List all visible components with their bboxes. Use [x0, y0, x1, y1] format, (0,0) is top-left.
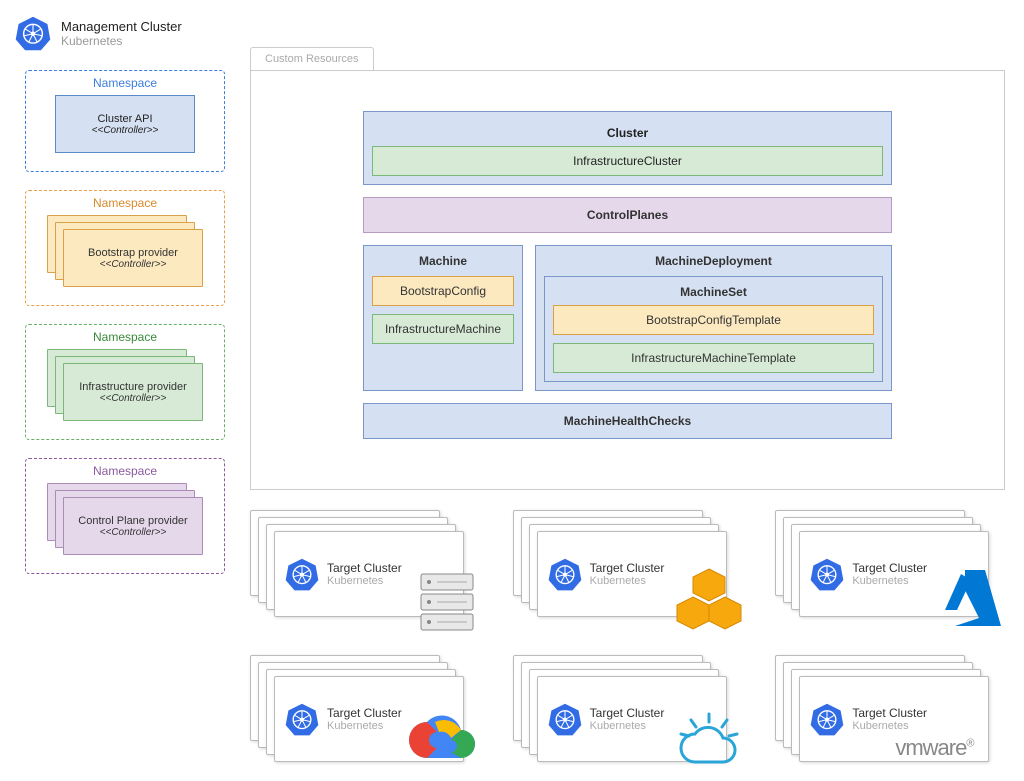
- infrastructure-machine-box: InfrastructureMachine: [372, 314, 514, 344]
- namespace-label: Namespace: [93, 76, 157, 90]
- machine-title: Machine: [372, 254, 514, 276]
- machine-box: Machine BootstrapConfig InfrastructureMa…: [363, 245, 523, 391]
- card-title: Bootstrap provider: [88, 247, 178, 259]
- target-cluster-subtitle: Kubernetes: [590, 575, 665, 587]
- header-text: Management Cluster Kubernetes: [61, 19, 182, 48]
- namespace-label: Namespace: [93, 330, 157, 344]
- infrastructure-cluster-box: InfrastructureCluster: [372, 146, 883, 176]
- target-cluster-subtitle: Kubernetes: [327, 575, 402, 587]
- target-cluster-vmware: Target Cluster Kubernetes vmware®: [775, 655, 1020, 770]
- kubernetes-icon: [285, 557, 319, 591]
- card-stereotype: <<Controller>>: [100, 259, 167, 270]
- kubernetes-icon: [15, 15, 51, 51]
- control-plane-provider-stack: Control Plane provider <<Controller>>: [47, 483, 203, 555]
- card-title: Control Plane provider: [78, 515, 187, 527]
- target-cluster-subtitle: Kubernetes: [590, 720, 665, 732]
- aws-icon: [673, 565, 745, 637]
- target-clusters-grid: Target Cluster Kubernetes Target Cluster…: [250, 510, 1020, 770]
- bootstrap-config-template-box: BootstrapConfigTemplate: [553, 305, 874, 335]
- namespace-control-plane-provider: Namespace Control Plane provider <<Contr…: [25, 458, 225, 574]
- infrastructure-provider-stack: Infrastructure provider <<Controller>>: [47, 349, 203, 421]
- target-cluster-title: Target Cluster: [852, 706, 927, 720]
- bootstrap-provider-card: Bootstrap provider <<Controller>>: [63, 229, 203, 287]
- server-rack-icon: [415, 570, 479, 634]
- target-cluster-aws: Target Cluster Kubernetes: [513, 510, 758, 625]
- target-cluster-ibm: Target Cluster Kubernetes: [513, 655, 758, 770]
- cluster-api-controller-card: Cluster API <<Controller>>: [55, 95, 195, 153]
- header-subtitle: Kubernetes: [61, 34, 182, 48]
- namespace-infrastructure-provider: Namespace Infrastructure provider <<Cont…: [25, 324, 225, 440]
- control-plane-provider-card: Control Plane provider <<Controller>>: [63, 497, 203, 555]
- header-title: Management Cluster: [61, 19, 182, 34]
- namespace-label: Namespace: [93, 196, 157, 210]
- gcp-icon: [405, 710, 477, 770]
- card-stereotype: <<Controller>>: [100, 393, 167, 404]
- target-cluster-title: Target Cluster: [327, 561, 402, 575]
- cluster-title: Cluster: [372, 120, 883, 146]
- machine-deployment-title: MachineDeployment: [544, 254, 883, 276]
- namespace-bootstrap-provider: Namespace Bootstrap provider <<Controlle…: [25, 190, 225, 306]
- kubernetes-icon: [810, 702, 844, 736]
- namespace-cluster-api: Namespace Cluster API <<Controller>>: [25, 70, 225, 172]
- infrastructure-machine-template-box: InfrastructureMachineTemplate: [553, 343, 874, 373]
- kubernetes-icon: [548, 557, 582, 591]
- target-cluster-gcp: Target Cluster Kubernetes: [250, 655, 495, 770]
- bootstrap-provider-stack: Bootstrap provider <<Controller>>: [47, 215, 203, 287]
- kubernetes-icon: [810, 557, 844, 591]
- machine-set-title: MachineSet: [553, 285, 874, 305]
- target-cluster-azure: Target Cluster Kubernetes: [775, 510, 1020, 625]
- target-cluster-subtitle: Kubernetes: [852, 575, 927, 587]
- controlplanes-box: ControlPlanes: [363, 197, 892, 233]
- target-cluster-baremetal: Target Cluster Kubernetes: [250, 510, 495, 625]
- management-cluster-header: Management Cluster Kubernetes: [15, 15, 182, 51]
- target-cluster-subtitle: Kubernetes: [852, 720, 927, 732]
- target-cluster-title: Target Cluster: [590, 561, 665, 575]
- custom-resources-panel: Custom Resources Cluster InfrastructureC…: [250, 70, 1005, 490]
- machine-deployment-box: MachineDeployment MachineSet BootstrapCo…: [535, 245, 892, 391]
- vmware-icon: vmware®: [895, 735, 1024, 765]
- ibm-cloud-icon: [671, 710, 747, 770]
- target-cluster-title: Target Cluster: [590, 706, 665, 720]
- namespace-label: Namespace: [93, 464, 157, 478]
- kubernetes-icon: [285, 702, 319, 736]
- bootstrap-config-box: BootstrapConfig: [372, 276, 514, 306]
- tab-custom-resources: Custom Resources: [250, 47, 374, 70]
- infrastructure-provider-card: Infrastructure provider <<Controller>>: [63, 363, 203, 421]
- azure-icon: [935, 560, 1011, 636]
- target-cluster-title: Target Cluster: [852, 561, 927, 575]
- machine-set-box: MachineSet BootstrapConfigTemplate Infra…: [544, 276, 883, 382]
- cluster-box: Cluster InfrastructureCluster: [363, 111, 892, 185]
- card-title: Cluster API: [97, 113, 152, 125]
- card-stereotype: <<Controller>>: [100, 527, 167, 538]
- machine-health-checks-box: MachineHealthChecks: [363, 403, 892, 439]
- sidebar: Namespace Cluster API <<Controller>> Nam…: [25, 70, 225, 592]
- kubernetes-icon: [548, 702, 582, 736]
- target-cluster-title: Target Cluster: [327, 706, 402, 720]
- card-stereotype: <<Controller>>: [92, 125, 159, 136]
- target-cluster-subtitle: Kubernetes: [327, 720, 402, 732]
- card-title: Infrastructure provider: [79, 381, 187, 393]
